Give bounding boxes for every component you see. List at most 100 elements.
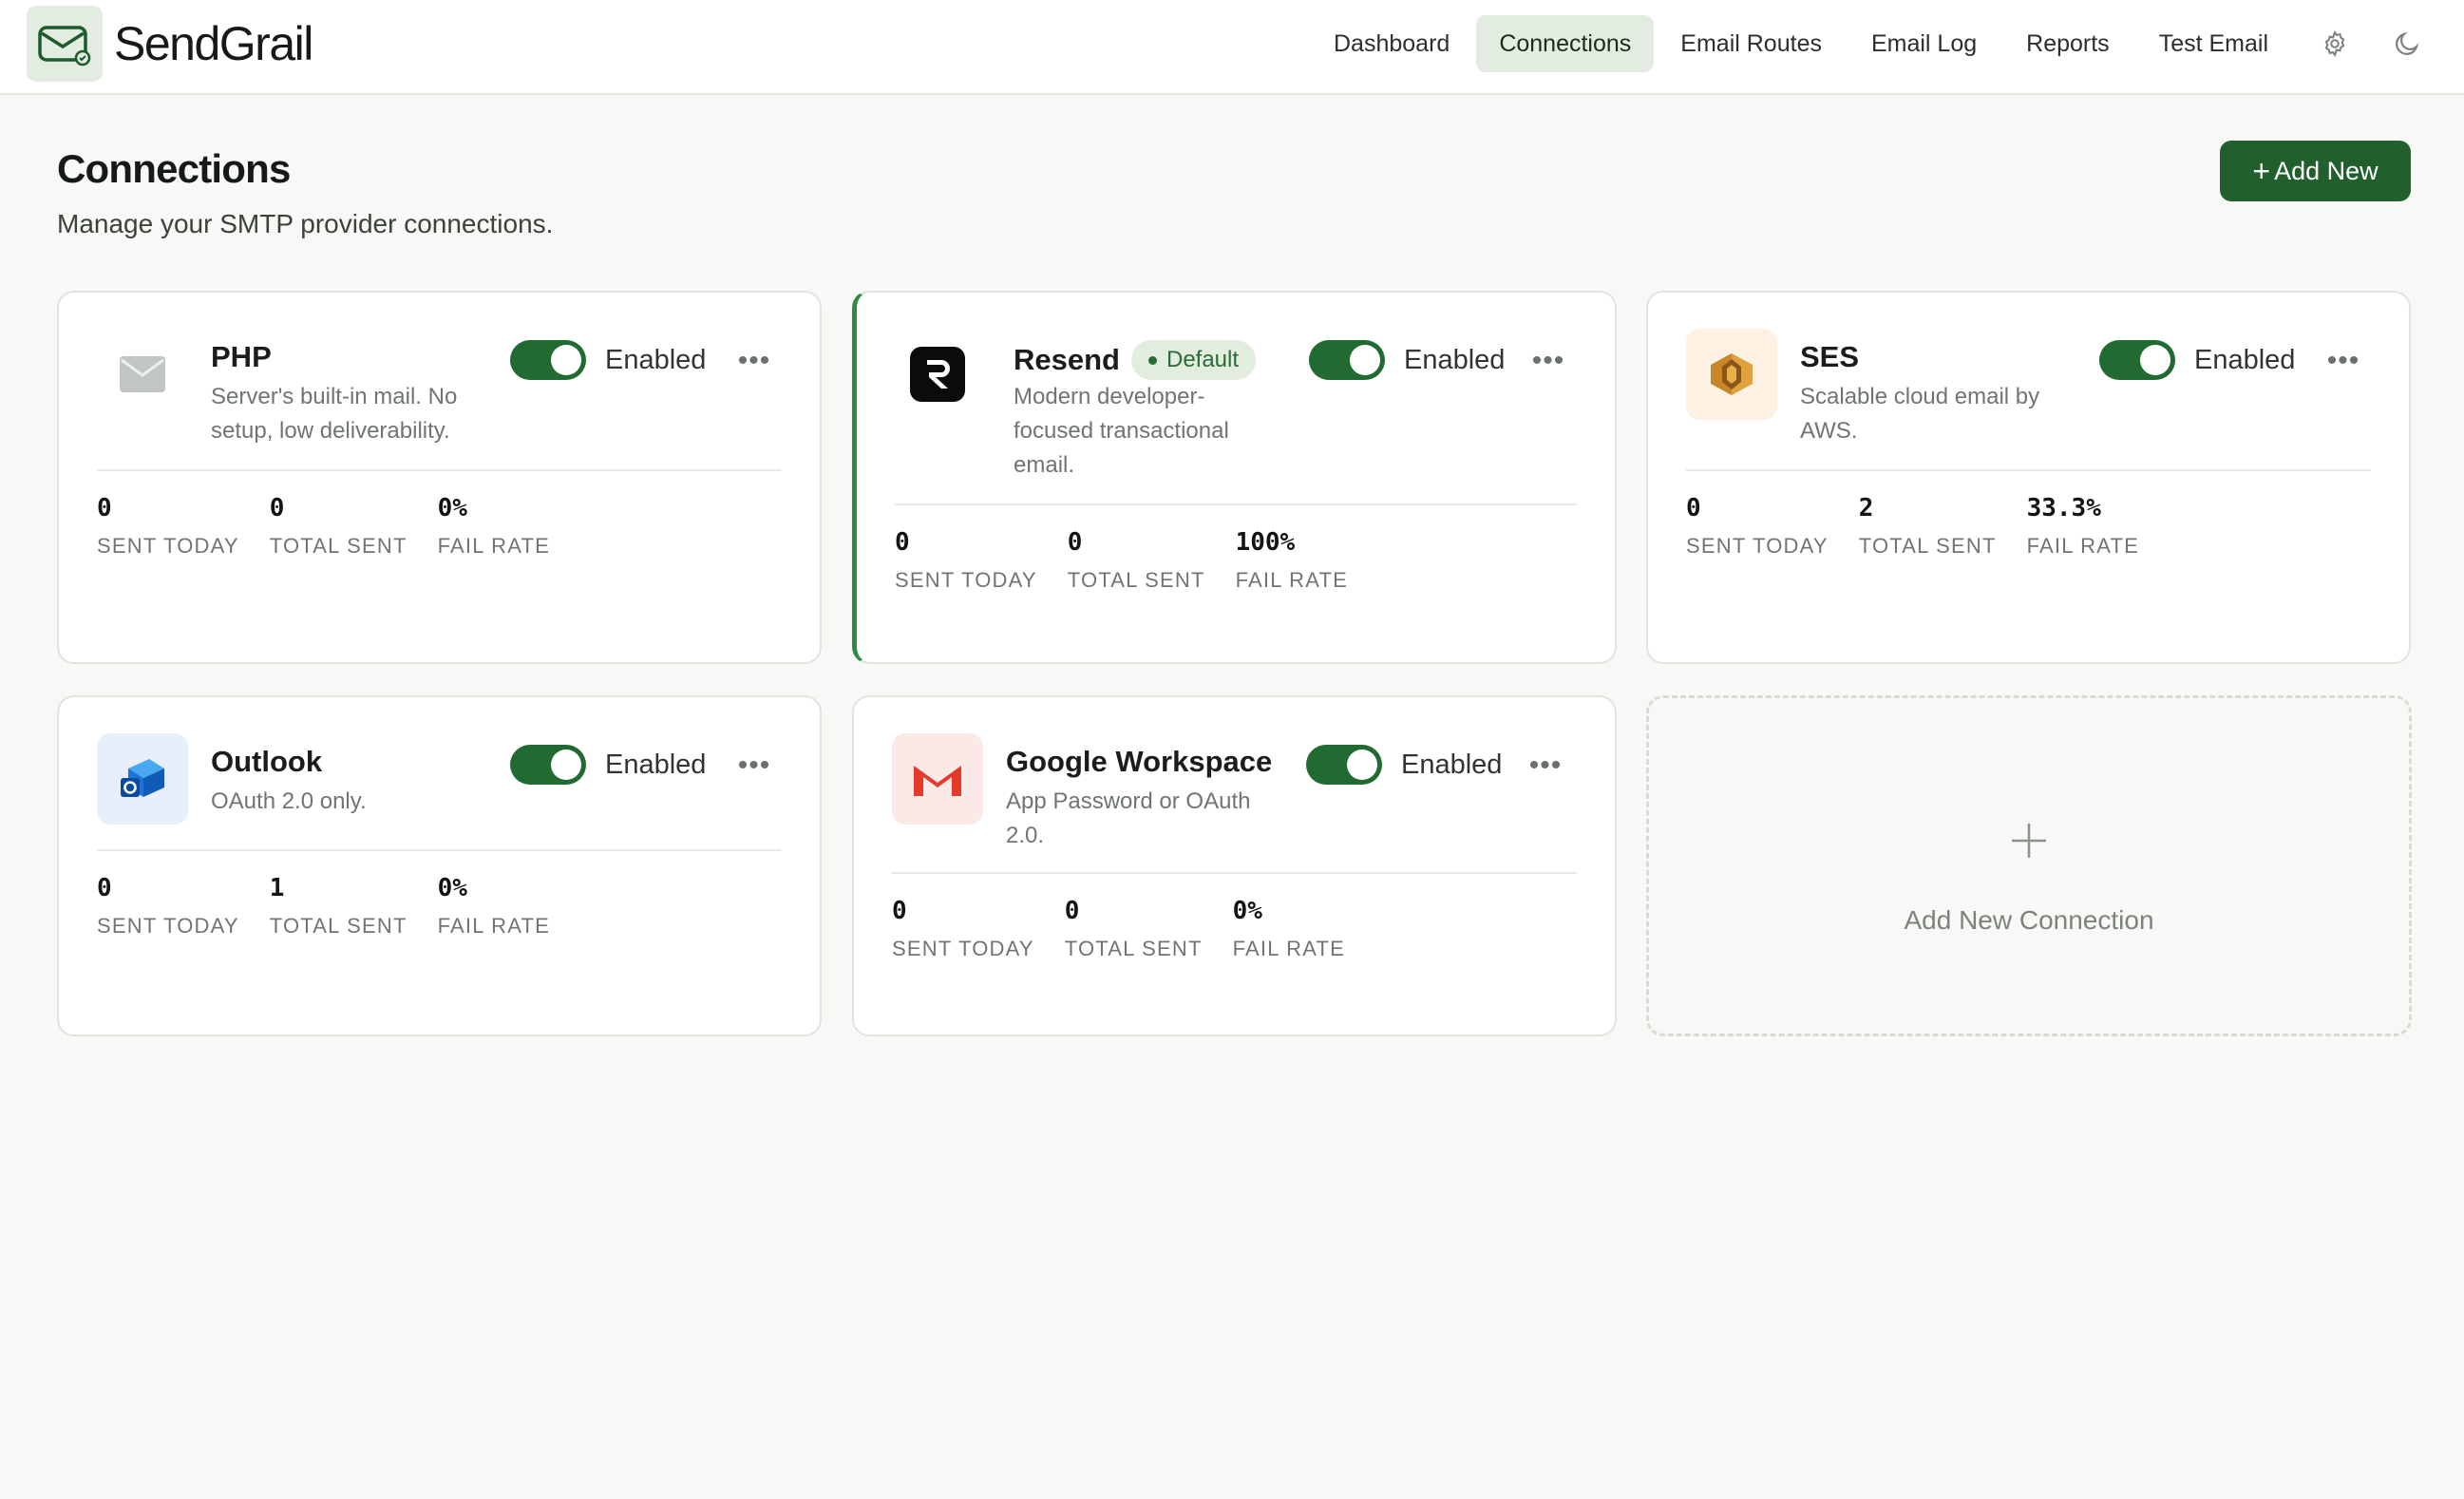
fail-rate-label: FAIL RATE xyxy=(437,534,550,558)
connection-description: Modern developer-focused transactional e… xyxy=(1014,384,1229,478)
fail-rate-label: FAIL RATE xyxy=(1235,568,1348,592)
total-sent-value: 0 xyxy=(1067,528,1083,557)
sent-today-label: SENT TODAY xyxy=(1686,534,1829,558)
more-options-icon[interactable]: ••• xyxy=(1527,342,1569,380)
toggle-label: Enabled xyxy=(1401,749,1503,780)
total-sent-value: 2 xyxy=(1858,494,1874,522)
page-title: Connections xyxy=(57,146,291,191)
nav-connections[interactable]: Connections xyxy=(1476,15,1655,72)
total-sent-label: TOTAL SENT xyxy=(1067,568,1205,592)
moon-icon[interactable] xyxy=(2379,15,2436,72)
connection-name: PHP xyxy=(211,340,272,373)
toggle-switch[interactable] xyxy=(1309,340,1385,380)
enabled-toggle[interactable]: Enabled xyxy=(1309,340,1505,380)
fail-rate-label: FAIL RATE xyxy=(1232,937,1345,960)
card-divider xyxy=(892,872,1577,874)
total-sent-label: TOTAL SENT xyxy=(269,534,408,558)
total-sent-value: 0 xyxy=(1064,897,1080,925)
top-nav-bar: SendGrail Dashboard Connections Email Ro… xyxy=(0,0,2464,95)
connection-description: Server's built-in mail. No setup, low de… xyxy=(211,384,458,444)
connection-stats: 0 SENT TODAY 0 TOTAL SENT 100% FAIL RATE xyxy=(895,528,1378,593)
card-divider xyxy=(97,469,782,471)
sent-today-value: 0 xyxy=(97,874,112,902)
outlook-icon xyxy=(97,733,188,825)
sent-today-value: 0 xyxy=(97,494,112,522)
card-divider xyxy=(97,849,782,851)
plus-icon: + xyxy=(2252,153,2271,188)
connection-name: SES xyxy=(1800,340,1860,373)
gmail-icon xyxy=(892,733,983,825)
connection-name: Google Workspace xyxy=(1006,745,1273,778)
total-sent-label: TOTAL SENT xyxy=(1064,937,1203,960)
connection-stats: 0 SENT TODAY 0 TOTAL SENT 0% FAIL RATE xyxy=(892,897,1375,961)
toggle-switch[interactable] xyxy=(510,745,586,785)
toggle-switch[interactable] xyxy=(1306,745,1382,785)
more-options-icon[interactable]: ••• xyxy=(733,747,775,785)
connection-description: OAuth 2.0 only. xyxy=(211,788,367,814)
brand-name: SendGrail xyxy=(114,17,313,70)
sent-today-label: SENT TODAY xyxy=(892,937,1034,960)
gear-icon[interactable] xyxy=(2306,15,2363,72)
connection-description: Scalable cloud email by AWS. xyxy=(1800,384,2040,444)
total-sent-value: 0 xyxy=(269,494,285,522)
add-new-button-label: Add New xyxy=(2274,156,2379,185)
sendgrail-logo-icon xyxy=(27,6,103,82)
connection-name: Resend Default xyxy=(1014,340,1257,380)
toggle-label: Enabled xyxy=(605,749,707,780)
nav-dashboard[interactable]: Dashboard xyxy=(1311,15,1472,72)
enabled-toggle[interactable]: Enabled xyxy=(510,340,706,380)
fail-rate-value: 0% xyxy=(1232,897,1262,925)
connection-card-php[interactable]: PHP Server's built-in mail. No setup, lo… xyxy=(57,291,822,664)
more-options-icon[interactable]: ••• xyxy=(2322,342,2364,380)
fail-rate-label: FAIL RATE xyxy=(2026,534,2139,558)
nav-email-log[interactable]: Email Log xyxy=(1848,15,2000,72)
sent-today-label: SENT TODAY xyxy=(97,914,239,938)
sent-today-value: 0 xyxy=(1686,494,1701,522)
enabled-toggle[interactable]: Enabled xyxy=(1306,745,1502,785)
connection-card-outlook[interactable]: Outlook OAuth 2.0 only. Enabled ••• 0 SEN… xyxy=(57,695,822,1036)
total-sent-value: 1 xyxy=(269,874,285,902)
connection-stats: 0 SENT TODAY 0 TOTAL SENT 0% FAIL RATE xyxy=(97,494,580,559)
connection-card-resend[interactable]: Resend Default Modern developer-focused … xyxy=(852,291,1617,664)
sent-today-label: SENT TODAY xyxy=(895,568,1037,592)
resend-logo-icon xyxy=(892,329,983,420)
brand[interactable]: SendGrail xyxy=(27,6,313,82)
more-options-icon[interactable]: ••• xyxy=(1525,747,1566,785)
toggle-label: Enabled xyxy=(605,344,707,375)
fail-rate-label: FAIL RATE xyxy=(437,914,550,938)
fail-rate-value: 100% xyxy=(1235,528,1296,557)
nav-test-email[interactable]: Test Email xyxy=(2136,15,2291,72)
sent-today-value: 0 xyxy=(892,897,907,925)
plus-icon xyxy=(2008,820,2050,862)
enabled-toggle[interactable]: Enabled xyxy=(510,745,706,785)
connection-stats: 0 SENT TODAY 1 TOTAL SENT 0% FAIL RATE xyxy=(97,874,580,939)
connection-name: Outlook xyxy=(211,745,323,778)
nav-email-routes[interactable]: Email Routes xyxy=(1658,15,1845,72)
nav-reports[interactable]: Reports xyxy=(2003,15,2132,72)
toggle-switch[interactable] xyxy=(510,340,586,380)
toggle-switch[interactable] xyxy=(2099,340,2175,380)
add-new-button[interactable]: + Add New xyxy=(2220,141,2411,201)
fail-rate-value: 0% xyxy=(437,874,467,902)
sent-today-value: 0 xyxy=(895,528,910,557)
enabled-toggle[interactable]: Enabled xyxy=(2099,340,2295,380)
add-new-connection-label: Add New Connection xyxy=(1904,905,2154,935)
card-divider xyxy=(895,503,1577,505)
sent-today-label: SENT TODAY xyxy=(97,534,239,558)
total-sent-label: TOTAL SENT xyxy=(1858,534,1997,558)
envelope-icon xyxy=(97,329,188,420)
connection-card-ses[interactable]: SES Scalable cloud email by AWS. Enabled… xyxy=(1646,291,2411,664)
default-badge: Default xyxy=(1130,340,1257,380)
fail-rate-value: 33.3% xyxy=(2026,494,2101,522)
total-sent-label: TOTAL SENT xyxy=(269,914,408,938)
card-divider xyxy=(1686,469,2371,471)
connection-stats: 0 SENT TODAY 2 TOTAL SENT 33.3% FAIL RATE xyxy=(1686,494,2170,559)
aws-ses-icon xyxy=(1686,329,1777,420)
add-new-connection-card[interactable]: Add New Connection xyxy=(1646,695,2412,1036)
toggle-label: Enabled xyxy=(1404,344,1506,375)
connection-card-google-workspace[interactable]: Google Workspace App Password or OAuth 2… xyxy=(852,695,1617,1036)
more-options-icon[interactable]: ••• xyxy=(733,342,775,380)
connection-description: App Password or OAuth 2.0. xyxy=(1006,788,1251,848)
toggle-label: Enabled xyxy=(2194,344,2296,375)
page-subtitle: Manage your SMTP provider connections. xyxy=(57,209,554,238)
